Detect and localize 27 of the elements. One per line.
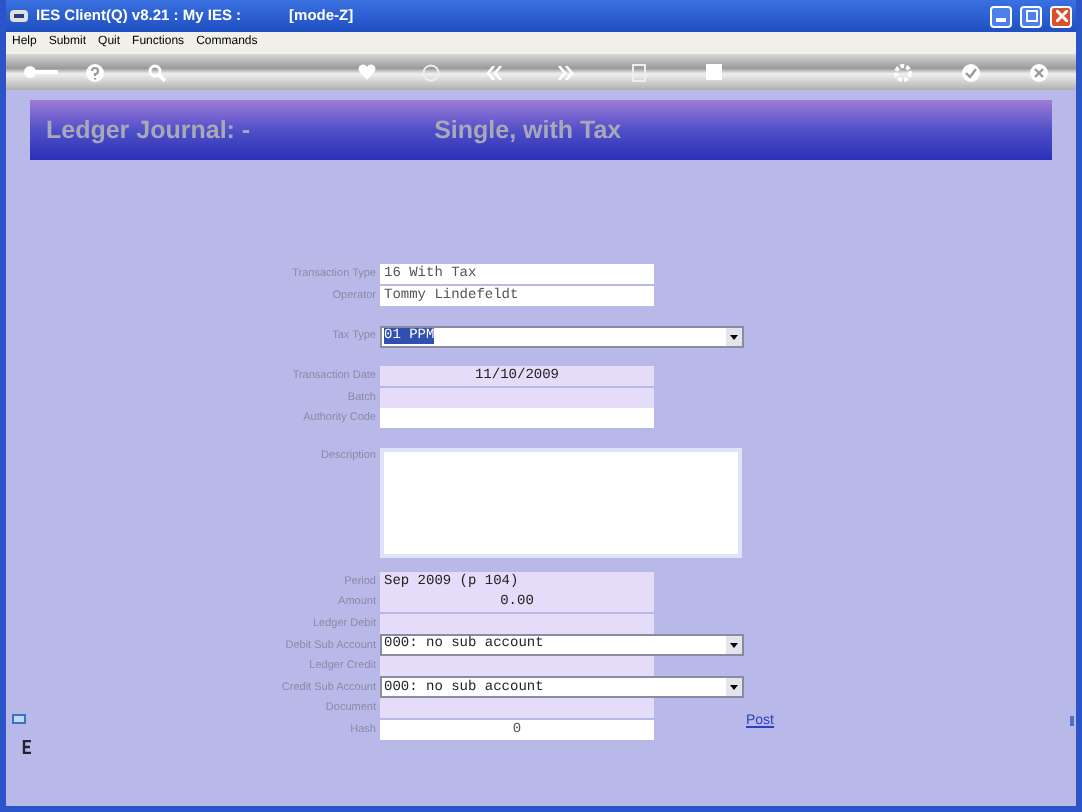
- document-icon[interactable]: [632, 63, 646, 81]
- e-icon[interactable]: [22, 740, 32, 754]
- circle-icon[interactable]: [422, 63, 440, 81]
- close-button[interactable]: [1050, 5, 1072, 27]
- double-left-arrow-icon[interactable]: [486, 65, 502, 79]
- heart-icon[interactable]: [358, 64, 376, 80]
- maximize-icon: [1025, 10, 1037, 22]
- screen-icon[interactable]: [12, 714, 26, 726]
- banner-subtitle: Single, with Tax: [434, 113, 622, 148]
- banner-title: Ledger Journal: -: [46, 113, 251, 148]
- search-icon[interactable]: [148, 63, 166, 81]
- help-icon[interactable]: [86, 63, 104, 81]
- close-icon: [1055, 10, 1067, 22]
- maximize-button[interactable]: [1020, 5, 1042, 27]
- minimize-button[interactable]: [990, 5, 1012, 27]
- check-icon[interactable]: [962, 63, 980, 81]
- input-field[interactable]: [380, 387, 654, 408]
- input-field[interactable]: [380, 698, 654, 719]
- gear-icon[interactable]: [894, 63, 912, 81]
- app-icon: [10, 8, 28, 24]
- input-field[interactable]: [380, 408, 654, 429]
- close-icon[interactable]: [1030, 63, 1048, 81]
- edge-marker-icon: [1070, 716, 1074, 726]
- input-field[interactable]: [380, 656, 654, 677]
- double-right-arrow-icon[interactable]: [558, 65, 574, 79]
- key-icon[interactable]: [22, 64, 58, 80]
- input-field[interactable]: [380, 614, 654, 635]
